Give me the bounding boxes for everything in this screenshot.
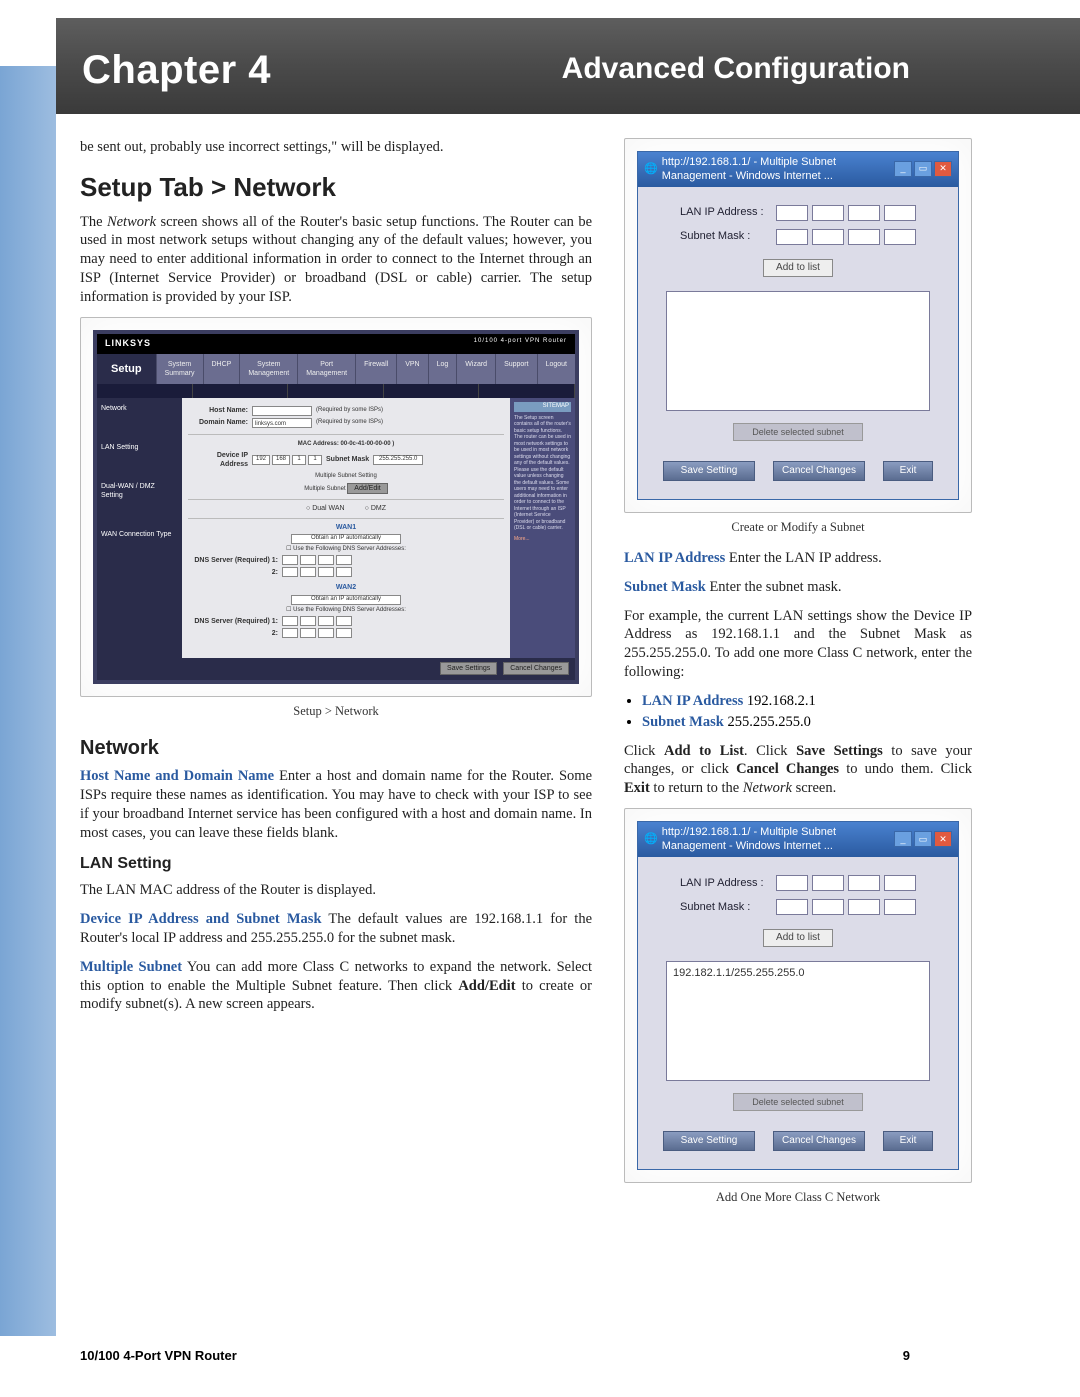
ie-titlebar: 🌐 http://192.168.1.1/ - Multiple Subnet … <box>638 152 958 187</box>
screenshot-subnet-added: 🌐 http://192.168.1.1/ - Multiple Subnet … <box>624 808 972 1183</box>
left-accent-bar <box>0 66 56 1336</box>
add-to-list-button[interactable]: Add to list <box>763 259 833 277</box>
right-column: 🌐 http://192.168.1.1/ - Multiple Subnet … <box>624 138 972 1219</box>
router-sidebar: Network LAN Setting Dual-WAN / DMZ Setti… <box>97 398 182 658</box>
router-help-panel: SITEMAP The Setup screen contains all of… <box>510 398 575 658</box>
maximize-icon[interactable]: ▭ <box>914 161 932 177</box>
subnet-list[interactable] <box>666 291 930 411</box>
paragraph-subnetmask: Subnet Mask Enter the subnet mask. <box>624 578 972 597</box>
page-number: 9 <box>903 1348 910 1363</box>
router-top-tabs: Setup System Summary DHCP System Managem… <box>97 354 575 384</box>
heading-network: Network <box>80 735 592 761</box>
minimize-icon[interactable]: _ <box>894 831 912 847</box>
cancel-changes-button[interactable]: Cancel Changes <box>503 662 569 675</box>
delete-subnet-button[interactable]: Delete selected subnet <box>733 423 863 441</box>
bullet-list: LAN IP Address 192.168.2.1 Subnet Mask 2… <box>642 692 972 732</box>
paragraph-click: Click Add to List. Click Save Settings t… <box>624 742 972 799</box>
save-setting-button[interactable]: Save Setting <box>663 1131 755 1151</box>
product-name: 10/100 4-Port VPN Router <box>80 1348 237 1363</box>
screenshot-subnet-create: 🌐 http://192.168.1.1/ - Multiple Subnet … <box>624 138 972 513</box>
paragraph-hostname: Host Name and Domain Name Enter a host a… <box>80 767 592 842</box>
intro-paragraph: be sent out, probably use incorrect sett… <box>80 138 592 157</box>
close-icon[interactable]: ✕ <box>934 161 952 177</box>
add-edit-button[interactable]: Add/Edit <box>347 483 387 494</box>
paragraph-multiple-subnet: Multiple Subnet You can add more Class C… <box>80 958 592 1015</box>
save-settings-button[interactable]: Save Settings <box>440 662 497 675</box>
screenshot-router-setup: LINKSYS 10/100 4-port VPN Router Setup S… <box>80 317 592 697</box>
minimize-icon[interactable]: _ <box>894 161 912 177</box>
heading-lan-setting: LAN Setting <box>80 854 592 875</box>
maximize-icon[interactable]: ▭ <box>914 831 932 847</box>
close-icon[interactable]: ✕ <box>934 831 952 847</box>
page-header: Chapter 4 Advanced Configuration <box>0 18 1080 114</box>
lan-ip-row: LAN IP Address : <box>680 205 916 221</box>
cancel-changes-button[interactable]: Cancel Changes <box>773 1131 865 1151</box>
caption-add-classc: Add One More Class C Network <box>624 1189 972 1205</box>
left-column: be sent out, probably use incorrect sett… <box>80 138 592 1219</box>
paragraph-lan-mac: The LAN MAC address of the Router is dis… <box>80 881 592 900</box>
subnet-mask-row: Subnet Mask : <box>680 229 916 245</box>
subnet-list-2[interactable]: 192.182.1.1/255.255.255.0 <box>666 961 930 1081</box>
tab-setup[interactable]: Setup <box>97 354 156 384</box>
add-to-list-button[interactable]: Add to list <box>763 929 833 947</box>
ie-icon: 🌐 <box>644 832 658 846</box>
cancel-changes-button[interactable]: Cancel Changes <box>773 461 865 481</box>
exit-button[interactable]: Exit <box>883 461 933 481</box>
exit-button[interactable]: Exit <box>883 1131 933 1151</box>
paragraph-lanip: LAN IP Address Enter the LAN IP address. <box>624 549 972 568</box>
delete-subnet-button[interactable]: Delete selected subnet <box>733 1093 863 1111</box>
save-setting-button[interactable]: Save Setting <box>663 461 755 481</box>
section-title: Advanced Configuration <box>562 52 910 86</box>
caption-create-subnet: Create or Modify a Subnet <box>624 519 972 535</box>
ie-titlebar-2: 🌐 http://192.168.1.1/ - Multiple Subnet … <box>638 822 958 857</box>
paragraph-setup: The Network screen shows all of the Rout… <box>80 213 592 307</box>
router-logo: LINKSYS <box>105 338 151 350</box>
heading-setup-network: Setup Tab > Network <box>80 171 592 205</box>
chapter-title: Chapter 4 <box>82 48 271 93</box>
ie-icon: 🌐 <box>644 162 658 176</box>
page-footer: 10/100 4-Port VPN Router 9 <box>80 1348 910 1363</box>
caption-setup-network: Setup > Network <box>80 703 592 719</box>
paragraph-example: For example, the current LAN settings sh… <box>624 607 972 682</box>
paragraph-device-ip: Device IP Address and Subnet Mask The de… <box>80 910 592 948</box>
